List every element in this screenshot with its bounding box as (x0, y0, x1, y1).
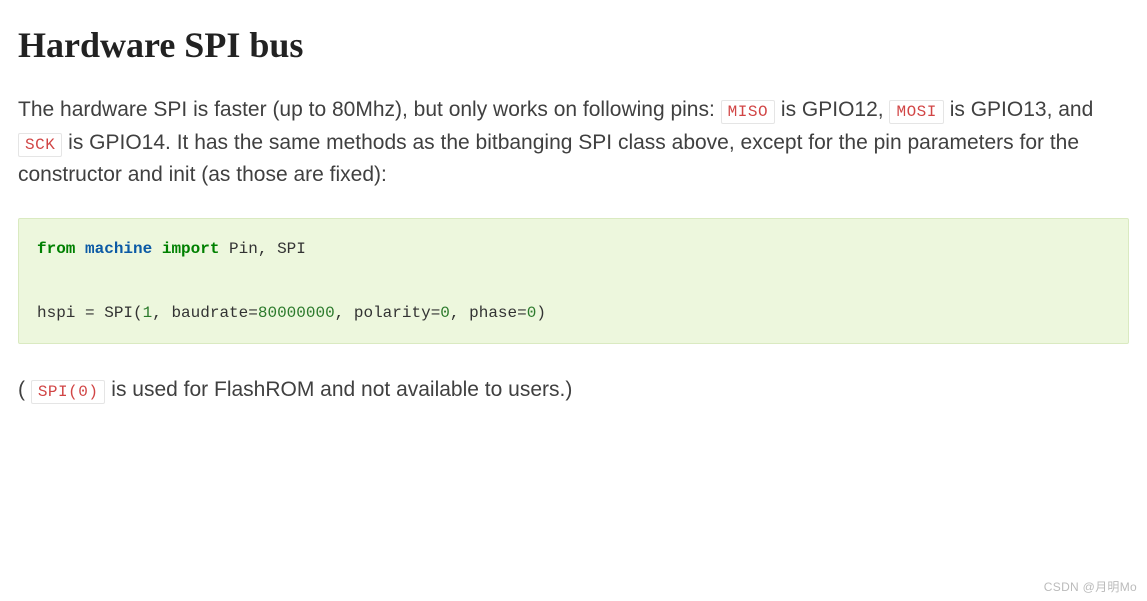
para1-text-1: The hardware SPI is faster (up to 80Mhz)… (18, 98, 721, 121)
code-block: from machine import Pin, SPI hspi = SPI(… (18, 218, 1129, 344)
code-line2-d: , phase= (450, 304, 527, 322)
code-line2-e: ) (536, 304, 546, 322)
intro-paragraph: The hardware SPI is faster (up to 80Mhz)… (18, 94, 1129, 192)
code-sck: SCK (18, 133, 62, 157)
code-mosi: MOSI (889, 100, 943, 124)
para1-text-4: is GPIO14. It has the same methods as th… (18, 131, 1079, 187)
num-1: 1 (143, 304, 153, 322)
kw-import: import (162, 240, 220, 258)
section-heading: Hardware SPI bus (18, 24, 1129, 66)
num-baud: 80000000 (258, 304, 335, 322)
code-line2-b: , baudrate= (152, 304, 258, 322)
import-list: Pin, SPI (219, 240, 305, 258)
para2-text-1: ( (18, 378, 31, 401)
code-miso: MISO (721, 100, 775, 124)
para2-text-2: is used for FlashROM and not available t… (105, 378, 572, 401)
note-paragraph: ( SPI(0) is used for FlashROM and not av… (18, 374, 1129, 407)
module-name: machine (85, 240, 152, 258)
num-phase: 0 (527, 304, 537, 322)
watermark: CSDN @月明Mo (1044, 578, 1137, 595)
code-line2-a: hspi = SPI( (37, 304, 143, 322)
code-spi0: SPI(0) (31, 380, 106, 404)
code-line2-c: , polarity= (335, 304, 441, 322)
kw-from: from (37, 240, 75, 258)
para1-text-3: is GPIO13, and (950, 98, 1094, 121)
num-pol: 0 (440, 304, 450, 322)
para1-text-2: is GPIO12, (781, 98, 890, 121)
